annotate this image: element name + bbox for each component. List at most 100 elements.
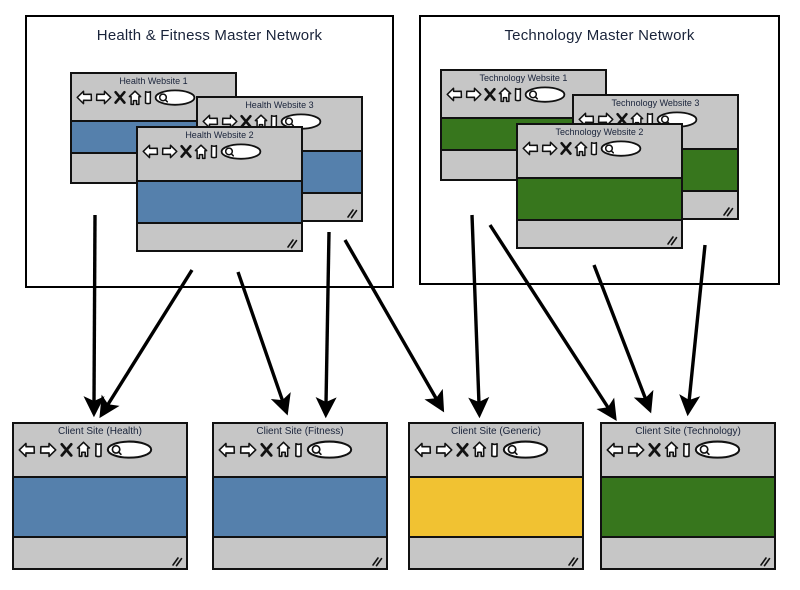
forward-arrow-icon[interactable] [161, 144, 178, 159]
client-site-fitness[interactable]: Client Site (Fitness) [212, 422, 388, 570]
arrow-health-website2-to-client-fitness [236, 271, 291, 416]
page-icon[interactable] [682, 442, 691, 458]
page-icon[interactable] [94, 442, 103, 458]
browser-toolbar[interactable] [214, 438, 386, 460]
window-status-bar [410, 538, 582, 568]
master-network-title: Technology Master Network [504, 27, 695, 44]
window-content-area [14, 476, 186, 538]
stop-x-icon[interactable] [180, 144, 192, 159]
window-title: Client Site (Fitness) [256, 426, 344, 437]
search-address-bar-icon[interactable] [154, 89, 196, 106]
arrow-health-website2-to-client-health [99, 269, 194, 419]
stop-x-icon[interactable] [456, 442, 469, 458]
forward-arrow-icon[interactable] [39, 442, 57, 458]
forward-arrow-icon[interactable] [465, 87, 482, 102]
browser-toolbar[interactable] [14, 438, 186, 460]
home-icon[interactable] [128, 89, 142, 106]
window-content-area [410, 476, 582, 538]
search-address-bar-icon[interactable] [220, 143, 262, 160]
page-icon[interactable] [590, 141, 598, 156]
home-icon[interactable] [664, 441, 679, 458]
search-address-bar-icon[interactable] [106, 440, 153, 459]
resize-grip-icon[interactable] [371, 557, 383, 567]
forward-arrow-icon[interactable] [627, 442, 645, 458]
browser-toolbar[interactable] [138, 141, 301, 161]
window-content-area [214, 476, 386, 538]
client-site-technology[interactable]: Client Site (Technology) [600, 422, 776, 570]
search-address-bar-icon[interactable] [600, 140, 642, 157]
master-network-title: Health & Fitness Master Network [96, 27, 323, 44]
resize-grip-icon[interactable] [722, 207, 734, 217]
window-status-bar [214, 538, 386, 568]
window-status-bar [14, 538, 186, 568]
window-status-bar [518, 221, 681, 247]
browser-toolbar[interactable] [410, 438, 582, 460]
search-address-bar-icon[interactable] [502, 440, 549, 459]
diagram-canvas: Health & Fitness Master Network Health W… [0, 0, 800, 590]
stop-x-icon[interactable] [260, 442, 273, 458]
resize-grip-icon[interactable] [567, 557, 579, 567]
page-icon[interactable] [144, 90, 152, 105]
home-icon[interactable] [76, 441, 91, 458]
back-arrow-icon[interactable] [218, 442, 236, 458]
window-content-area [138, 180, 301, 224]
back-arrow-icon[interactable] [76, 90, 93, 105]
window-status-bar [138, 224, 301, 250]
window-chrome: Technology Website 2 [518, 125, 681, 177]
stop-x-icon[interactable] [60, 442, 73, 458]
search-address-bar-icon[interactable] [524, 86, 566, 103]
back-arrow-icon[interactable] [522, 141, 539, 156]
stop-x-icon[interactable] [560, 141, 572, 156]
back-arrow-icon[interactable] [606, 442, 624, 458]
search-address-bar-icon[interactable] [306, 440, 353, 459]
home-icon[interactable] [498, 86, 512, 103]
page-icon[interactable] [210, 144, 218, 159]
window-content-area [518, 177, 681, 221]
window-chrome: Client Site (Health) [14, 424, 186, 476]
window-chrome: Client Site (Technology) [602, 424, 774, 476]
resize-grip-icon[interactable] [346, 209, 358, 219]
browser-toolbar[interactable] [518, 138, 681, 158]
forward-arrow-icon[interactable] [541, 141, 558, 156]
resize-grip-icon[interactable] [759, 557, 771, 567]
resize-grip-icon[interactable] [666, 236, 678, 246]
page-icon[interactable] [294, 442, 303, 458]
window-content-area [602, 476, 774, 538]
window-title: Technology Website 2 [555, 127, 644, 137]
resize-grip-icon[interactable] [286, 239, 298, 249]
home-icon[interactable] [472, 441, 487, 458]
resize-grip-icon[interactable] [171, 557, 183, 567]
stop-x-icon[interactable] [648, 442, 661, 458]
window-title: Technology Website 3 [611, 98, 700, 108]
window-title: Client Site (Technology) [635, 426, 741, 437]
page-icon[interactable] [490, 442, 499, 458]
window-title: Health Website 3 [245, 100, 314, 110]
client-site-generic[interactable]: Client Site (Generic) [408, 422, 584, 570]
window-chrome: Health Website 2 [138, 128, 301, 180]
search-address-bar-icon[interactable] [694, 440, 741, 459]
back-arrow-icon[interactable] [18, 442, 36, 458]
home-icon[interactable] [574, 140, 588, 157]
window-title: Health Website 1 [119, 76, 188, 86]
client-site-health[interactable]: Client Site (Health) [12, 422, 188, 570]
forward-arrow-icon[interactable] [435, 442, 453, 458]
stop-x-icon[interactable] [114, 90, 126, 105]
window-status-bar [602, 538, 774, 568]
home-icon[interactable] [276, 441, 291, 458]
forward-arrow-icon[interactable] [95, 90, 112, 105]
browser-toolbar[interactable] [602, 438, 774, 460]
arrow-technology-website2-to-client-technology [592, 264, 654, 414]
window-health-website-2[interactable]: Health Website 2 [136, 126, 303, 252]
window-chrome: Client Site (Fitness) [214, 424, 386, 476]
home-icon[interactable] [194, 143, 208, 160]
back-arrow-icon[interactable] [142, 144, 159, 159]
page-icon[interactable] [514, 87, 522, 102]
window-title: Technology Website 1 [479, 73, 568, 83]
back-arrow-icon[interactable] [414, 442, 432, 458]
back-arrow-icon[interactable] [446, 87, 463, 102]
stop-x-icon[interactable] [484, 87, 496, 102]
forward-arrow-icon[interactable] [239, 442, 257, 458]
window-title: Health Website 2 [185, 130, 254, 140]
window-title: Client Site (Health) [58, 426, 142, 437]
window-technology-website-2[interactable]: Technology Website 2 [516, 123, 683, 249]
